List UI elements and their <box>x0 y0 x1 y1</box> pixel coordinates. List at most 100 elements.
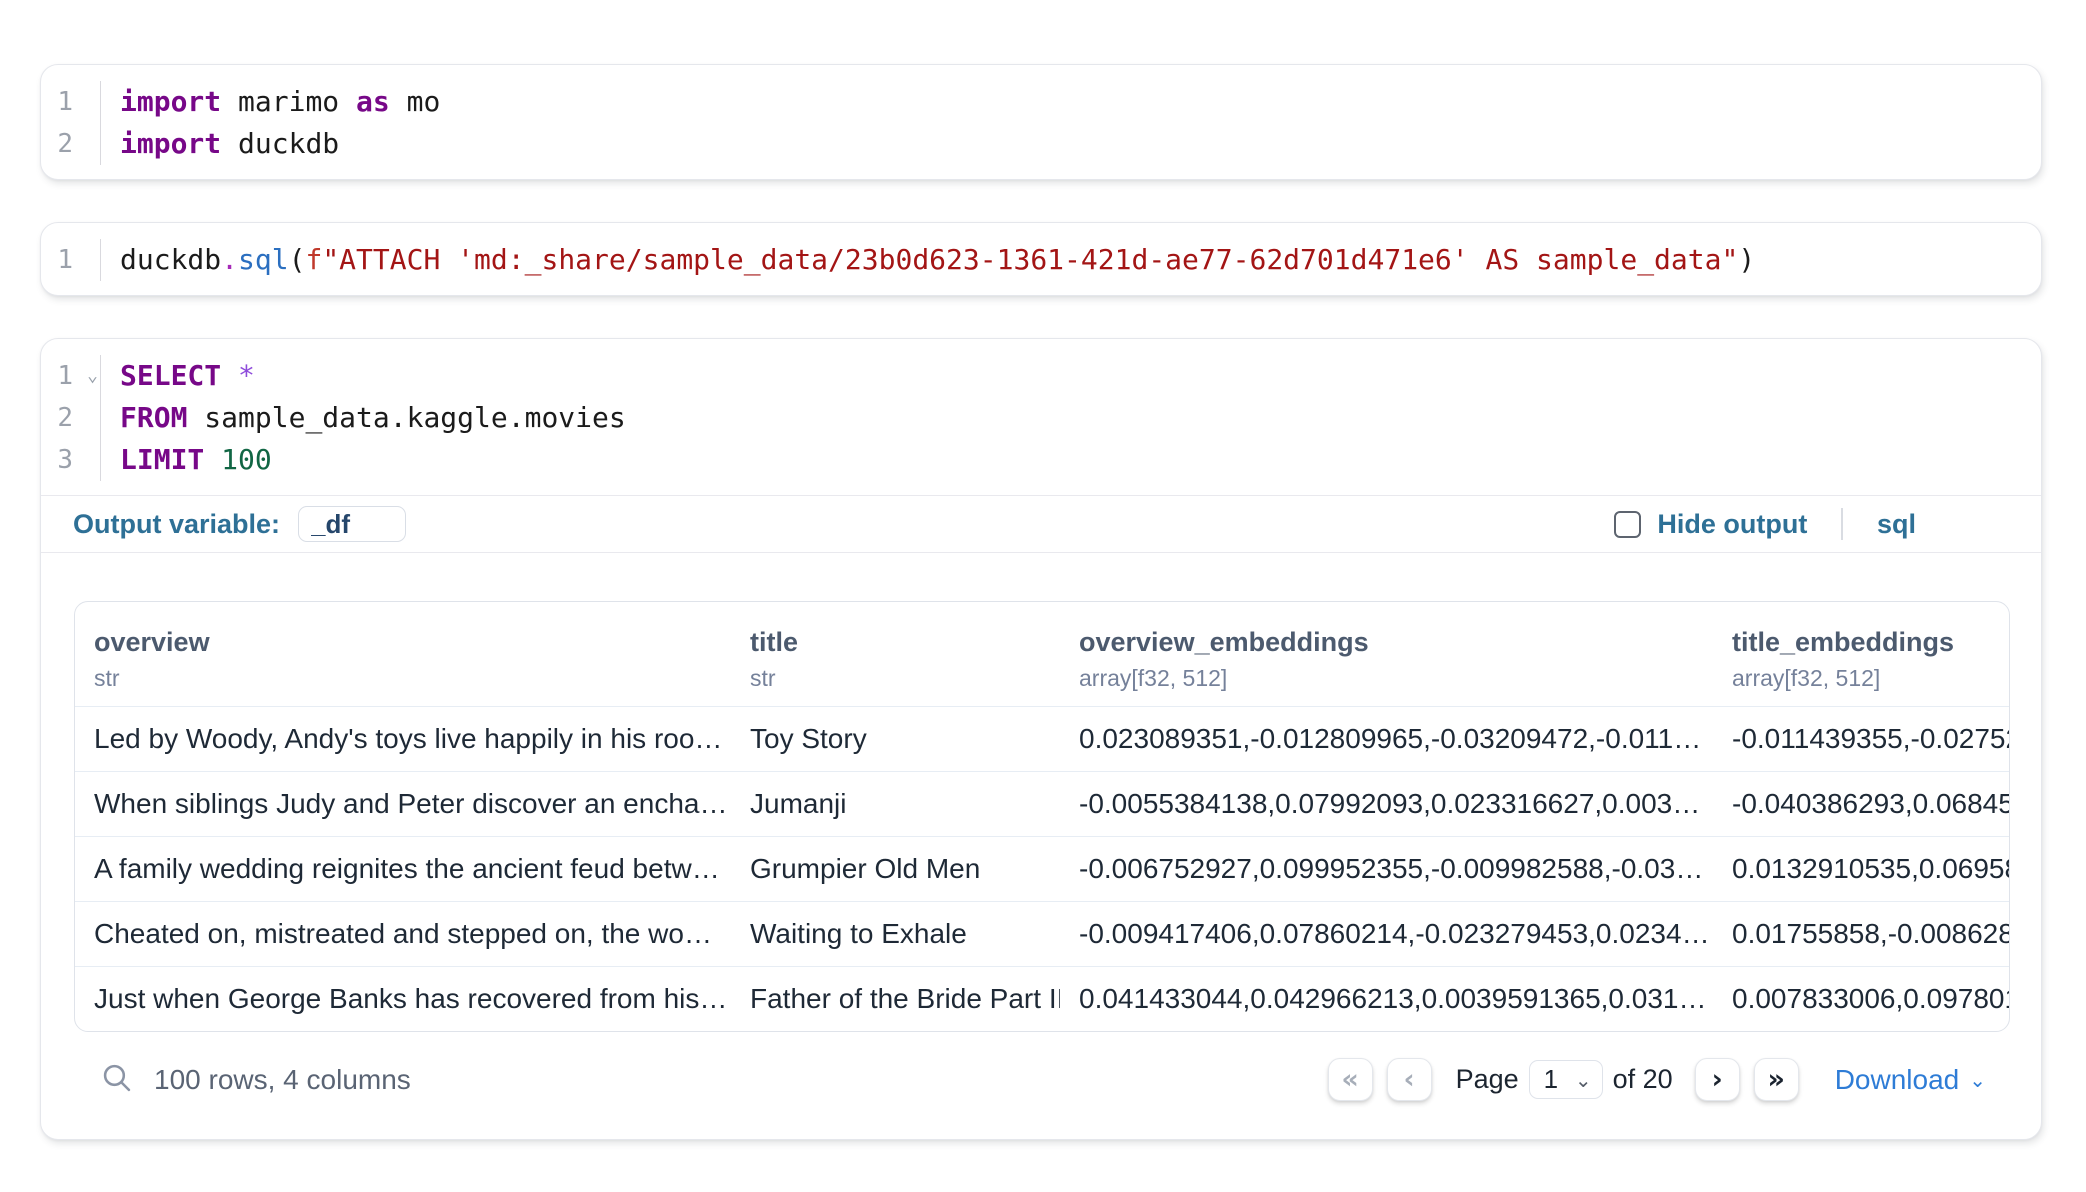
column-name: title <box>750 626 1060 658</box>
column-header-overview[interactable]: overviewstr <box>75 626 731 692</box>
line-number: 2 <box>41 123 100 165</box>
code-lines[interactable]: SELECT *FROM sample_data.kaggle.moviesLI… <box>101 355 2041 481</box>
table-footer: 100 rows, 4 columns « ‹ Page 1 ⌄ of 20 ›… <box>74 1032 2010 1139</box>
table-cell: Grumpier Old Men <box>731 837 1060 902</box>
code-token: FROM <box>120 401 187 434</box>
column-type: array[f32, 512] <box>1732 664 2009 692</box>
code-token: import <box>120 85 221 118</box>
table-row[interactable]: Led by Woody, Andy's toys live happily i… <box>75 706 2009 771</box>
code-token: sample_data.kaggle.movies <box>187 401 625 434</box>
table-header: overviewstr title str overview_embeddingsar… <box>75 602 2009 706</box>
code-editor[interactable]: 1⌄23SELECT *FROM sample_data.kaggle.movi… <box>41 339 2041 495</box>
output-variable-input[interactable] <box>298 506 406 542</box>
table-cell: -0.011439355,-0.027528 <box>1713 707 2009 772</box>
line-number: 1 <box>41 239 100 281</box>
table-cell: Father of the Bride Part II <box>731 967 1060 1032</box>
code-editor[interactable]: 1 duckdb.sql(f"ATTACH 'md:_share/sample_d… <box>41 223 2041 295</box>
hide-output-label[interactable]: Hide output <box>1657 509 1807 540</box>
table-cell: Waiting to Exhale <box>731 902 1060 967</box>
table-cell: 0.023089351,-0.012809965,-0.03209472,-0.… <box>1060 707 1713 772</box>
line-number-gutter: 1 <box>41 239 101 281</box>
output-area: overviewstr title str overview_embeddingsar… <box>41 553 2041 1032</box>
download-label: Download <box>1835 1064 1960 1096</box>
code-token: ) <box>1738 243 1755 276</box>
code-token: . <box>221 243 238 276</box>
notebook: 12import marimo as moimport duckdb 1duck… <box>0 0 2086 1140</box>
code-token <box>204 443 221 476</box>
hide-output-checkbox[interactable] <box>1614 511 1641 538</box>
table-row[interactable]: Just when George Banks has recovered fro… <box>75 966 2009 1031</box>
search-button[interactable] <box>96 1059 138 1101</box>
table-row[interactable]: Cheated on, mistreated and stepped on, t… <box>75 901 2009 966</box>
table-row[interactable]: When siblings Judy and Peter discover an… <box>75 771 2009 836</box>
search-icon <box>100 1061 134 1098</box>
attach-cell: 1 duckdb.sql(f"ATTACH 'md:_share/sample_d… <box>40 222 2042 296</box>
page-select[interactable]: 1 ⌄ <box>1529 1060 1603 1099</box>
code-token: "ATTACH 'md:_share/sample_data/23b0d623-… <box>322 243 1738 276</box>
code-token: 100 <box>221 443 272 476</box>
line-number: 2 <box>41 397 100 439</box>
code-lines[interactable]: import marimo as moimport duckdb <box>101 81 2041 165</box>
column-name: overview_embeddings <box>1079 626 1713 658</box>
table-cell: -0.009417406,0.07860214,-0.023279453,0.0… <box>1060 902 1713 967</box>
code-token <box>221 359 238 392</box>
code-editor[interactable]: 12import marimo as moimport duckdb <box>41 65 2041 179</box>
line-number-gutter: 12 <box>41 81 101 165</box>
column-header-overview_embeddings[interactable]: overview_embeddings array[f32, 512] <box>1060 626 1713 692</box>
sql-cell: 1⌄23SELECT *FROM sample_data.kaggle.movi… <box>40 338 2042 1140</box>
code-token: * <box>238 359 255 392</box>
table-cell: 0.041433044,0.042966213,0.0039591365,0.0… <box>1060 967 1713 1032</box>
fold-chevron-icon[interactable]: ⌄ <box>87 355 98 397</box>
page-label: Page <box>1456 1064 1519 1095</box>
table-cell: 0.0132910535,0.069581 <box>1713 837 2009 902</box>
table-cell: A family wedding reignites the ancient f… <box>75 837 731 902</box>
code-line[interactable]: import duckdb <box>120 123 2041 165</box>
table-cell: -0.006752927,0.099952355,-0.009982588,-0… <box>1060 837 1713 902</box>
download-button[interactable]: Download ⌄ <box>1835 1064 1986 1096</box>
language-badge[interactable]: sql <box>1877 509 1916 540</box>
code-token: import <box>120 127 221 160</box>
table-cell: When siblings Judy and Peter discover an… <box>75 772 731 837</box>
row-count-summary: 100 rows, 4 columns <box>154 1064 411 1096</box>
code-token: ( <box>289 243 306 276</box>
code-token: duckdb <box>221 127 339 160</box>
page-total-label: of 20 <box>1613 1064 1673 1095</box>
column-type: array[f32, 512] <box>1079 664 1713 692</box>
code-line[interactable]: SELECT * <box>120 355 2041 397</box>
output-variable-label: Output variable: <box>73 509 280 540</box>
table-cell: -0.040386293,0.068451 <box>1713 772 2009 837</box>
code-line[interactable]: duckdb.sql(f"ATTACH 'md:_share/sample_da… <box>120 239 2041 281</box>
code-token: SELECT <box>120 359 221 392</box>
first-page-button[interactable]: « <box>1328 1058 1373 1101</box>
line-number-gutter: 1⌄23 <box>41 355 101 481</box>
code-token: f <box>305 243 322 276</box>
column-header-title[interactable]: title str <box>731 626 1060 692</box>
code-token: as <box>356 85 390 118</box>
code-token: duckdb <box>120 243 221 276</box>
code-line[interactable]: import marimo as mo <box>120 81 2041 123</box>
pagination: « ‹ Page 1 ⌄ of 20 › » Download ⌄ <box>1328 1058 1986 1101</box>
column-header-title_embeddings[interactable]: title_embeddings array[f32, 512] <box>1713 626 2009 692</box>
line-number: 1⌄ <box>41 355 100 397</box>
chevron-down-icon: ⌄ <box>1575 1068 1592 1092</box>
code-line[interactable]: LIMIT 100 <box>120 439 2041 481</box>
previous-page-button[interactable]: ‹ <box>1387 1058 1432 1101</box>
result-table: overviewstr title str overview_embeddingsar… <box>74 601 2010 1032</box>
import-cell: 12import marimo as moimport duckdb <box>40 64 2042 180</box>
code-token: sql <box>238 243 289 276</box>
table-row[interactable]: A family wedding reignites the ancient f… <box>75 836 2009 901</box>
code-token: LIMIT <box>120 443 204 476</box>
column-type: str <box>750 664 1060 692</box>
column-name: overview <box>94 626 731 658</box>
table-cell: Cheated on, mistreated and stepped on, t… <box>75 902 731 967</box>
column-name: title_embeddings <box>1732 626 2009 658</box>
table-cell: 0.01755858,-0.0086286 <box>1713 902 2009 967</box>
page-select-value: 1 <box>1544 1064 1575 1095</box>
code-lines[interactable]: duckdb.sql(f"ATTACH 'md:_share/sample_da… <box>101 239 2041 281</box>
line-number: 3 <box>41 439 100 481</box>
next-page-button[interactable]: › <box>1695 1058 1740 1101</box>
output-variable-row: Output variable: Hide output sql <box>41 496 2041 552</box>
table-cell: 0.007833006,0.097801 <box>1713 967 2009 1032</box>
last-page-button[interactable]: » <box>1754 1058 1799 1101</box>
code-line[interactable]: FROM sample_data.kaggle.movies <box>120 397 2041 439</box>
